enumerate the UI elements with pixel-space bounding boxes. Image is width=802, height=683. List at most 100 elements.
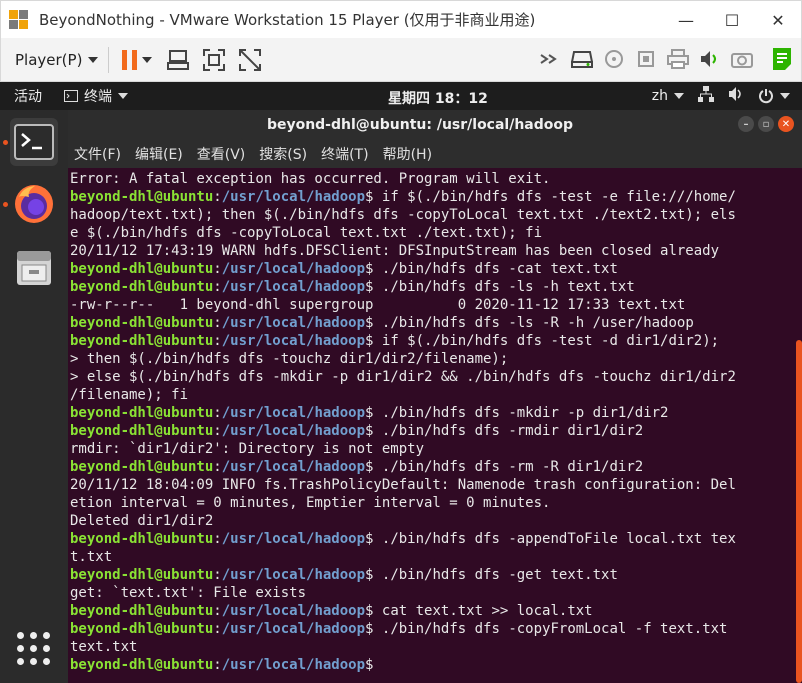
unity-mode-icon[interactable] (239, 48, 262, 71)
terminal-close-button[interactable]: ✕ (778, 116, 794, 132)
menu-edit[interactable]: 编辑(E) (135, 144, 183, 164)
command-text: ./bin/hdfs dfs -get text.txt (373, 567, 618, 583)
network-adapter-icon[interactable] (539, 48, 561, 70)
close-button[interactable]: ✕ (755, 1, 801, 39)
hard-disk-icon[interactable] (571, 48, 593, 70)
terminal-line: beyond-dhl@ubuntu:/usr/local/hadoop$ ./b… (70, 620, 792, 638)
prompt-dollar: $ (365, 657, 374, 673)
terminal-scrollbar[interactable] (796, 340, 802, 683)
terminal-line: Error: A fatal exception has occurred. P… (70, 170, 792, 188)
dock-terminal[interactable] (10, 118, 58, 166)
menu-search[interactable]: 搜索(S) (259, 144, 307, 164)
prompt-user: beyond-dhl@ubuntu (70, 405, 214, 421)
prompt-separator: : (213, 333, 222, 349)
command-text: ./bin/hdfs dfs -ls -h text.txt (373, 279, 635, 295)
ubuntu-top-bar: 活动 终端 星期四 18：12 zh (0, 82, 802, 110)
fullscreen-icon[interactable] (203, 48, 226, 71)
prompt-user: beyond-dhl@ubuntu (70, 567, 214, 583)
terminal-output[interactable]: Error: A fatal exception has occurred. P… (68, 168, 794, 683)
terminal-titlebar: beyond-dhl@ubuntu: /usr/local/hadoop – ▫… (68, 110, 802, 140)
terminal-line: /filename); fi (70, 386, 792, 404)
maximize-button[interactable]: ☐ (709, 1, 755, 39)
prompt-path: /usr/local/hadoop (221, 333, 366, 349)
terminal-maximize-button[interactable]: ▫ (758, 116, 774, 132)
command-text: ./bin/hdfs dfs -cat text.txt (373, 261, 618, 277)
output-text: 20/11/12 18:04:09 INFO fs.TrashPolicyDef… (70, 477, 736, 493)
input-method-button[interactable]: zh (652, 88, 684, 104)
chevron-down-icon (674, 93, 684, 99)
terminal-line: e $(./bin/hdfs dfs -copyToLocal text.txt… (70, 224, 792, 242)
prompt-user: beyond-dhl@ubuntu (70, 279, 214, 295)
send-ctrl-alt-del-icon[interactable] (167, 49, 190, 71)
pause-dropdown-icon[interactable] (141, 49, 153, 71)
sound-card-icon[interactable] (699, 48, 721, 70)
output-text: rmdir: `dir1/dir2': Directory is not emp… (70, 441, 425, 457)
prompt-separator: : (213, 657, 222, 673)
prompt-user: beyond-dhl@ubuntu (70, 333, 214, 349)
terminal-line: 20/11/12 17:43:19 WARN hdfs.DFSClient: D… (70, 242, 792, 260)
output-text: Deleted dir1/dir2 (70, 513, 214, 529)
terminal-line: rmdir: `dir1/dir2': Directory is not emp… (70, 440, 792, 458)
prompt-separator: : (213, 531, 222, 547)
prompt-separator: : (213, 315, 222, 331)
pause-icon[interactable] (119, 49, 141, 71)
terminal-line: -rw-r--r-- 1 beyond-dhl supergroup 0 202… (70, 296, 792, 314)
command-text: ./bin/hdfs dfs -rmdir dir1/dir2 (373, 423, 644, 439)
menu-help[interactable]: 帮助(H) (383, 144, 432, 164)
prompt-separator: : (213, 279, 222, 295)
prompt-separator: : (213, 567, 222, 583)
terminal-line: beyond-dhl@ubuntu:/usr/local/hadoop$ ./b… (70, 422, 792, 440)
menu-view[interactable]: 查看(V) (197, 144, 246, 164)
clock[interactable]: 星期四 18：12 (388, 88, 488, 108)
power-menu-button[interactable] (758, 88, 790, 104)
menu-file[interactable]: 文件(F) (74, 144, 121, 164)
command-text: cat text.txt >> local.txt (373, 603, 593, 619)
power-icon (759, 89, 773, 104)
output-text: -rw-r--r-- 1 beyond-dhl supergroup 0 202… (70, 297, 686, 313)
command-text: if $(./bin/hdfs dfs -test -d dir1/dir2); (373, 333, 720, 349)
show-applications-icon[interactable] (17, 632, 51, 666)
minimize-button[interactable]: — (663, 1, 709, 39)
dock-firefox[interactable] (10, 180, 58, 228)
player-menu-button[interactable]: Player(P) (15, 50, 99, 69)
activities-button[interactable]: 活动 (14, 86, 42, 106)
prompt-user: beyond-dhl@ubuntu (70, 423, 214, 439)
command-text: ./bin/hdfs dfs -appendToFile local.txt t… (373, 531, 736, 547)
usb-device-icon[interactable] (635, 48, 657, 70)
cd-dvd-icon[interactable] (603, 48, 625, 70)
player-menu-label: Player(P) (15, 50, 83, 69)
dock-files[interactable] (10, 244, 58, 292)
terminal-window: beyond-dhl@ubuntu: /usr/local/hadoop – ▫… (68, 110, 802, 683)
prompt-path: /usr/local/hadoop (221, 567, 366, 583)
prompt-user: beyond-dhl@ubuntu (70, 531, 214, 547)
terminal-line: beyond-dhl@ubuntu:/usr/local/hadoop$ ./b… (70, 458, 792, 476)
active-indicator (3, 202, 8, 207)
prompt-user: beyond-dhl@ubuntu (70, 459, 214, 475)
prompt-user: beyond-dhl@ubuntu (70, 261, 214, 277)
volume-icon[interactable] (728, 86, 744, 106)
printer-icon[interactable] (667, 48, 689, 70)
terminal-line: > then $(./bin/hdfs dfs -touchz dir1/dir… (70, 350, 792, 368)
prompt-path: /usr/local/hadoop (221, 189, 366, 205)
terminal-icon (14, 124, 54, 160)
terminal-title: beyond-dhl@ubuntu: /usr/local/hadoop (266, 117, 574, 133)
terminal-line: 20/11/12 18:04:09 INFO fs.TrashPolicyDef… (70, 476, 792, 494)
camera-icon[interactable] (731, 48, 753, 70)
output-text: etion interval = 0 minutes, Emptier inte… (70, 495, 551, 511)
network-wired-icon[interactable] (698, 86, 714, 106)
terminal-line: get: `text.txt': File exists (70, 584, 792, 602)
message-log-icon[interactable] (771, 48, 793, 70)
terminal-line: > else $(./bin/hdfs dfs -mkdir -p dir1/d… (70, 368, 792, 386)
app-menu-button[interactable]: 终端 (64, 86, 128, 106)
terminal-line: Deleted dir1/dir2 (70, 512, 792, 530)
menu-terminal[interactable]: 终端(T) (321, 144, 368, 164)
prompt-user: beyond-dhl@ubuntu (70, 189, 214, 205)
terminal-minimize-button[interactable]: – (738, 116, 754, 132)
firefox-icon (15, 185, 53, 223)
app-menu-label: 终端 (84, 89, 112, 105)
prompt-path: /usr/local/hadoop (221, 603, 366, 619)
prompt-separator: : (213, 189, 222, 205)
output-text: 20/11/12 17:43:19 WARN hdfs.DFSClient: D… (70, 243, 720, 259)
terminal-line: beyond-dhl@ubuntu:/usr/local/hadoop$ if … (70, 188, 792, 206)
prompt-user: beyond-dhl@ubuntu (70, 603, 214, 619)
